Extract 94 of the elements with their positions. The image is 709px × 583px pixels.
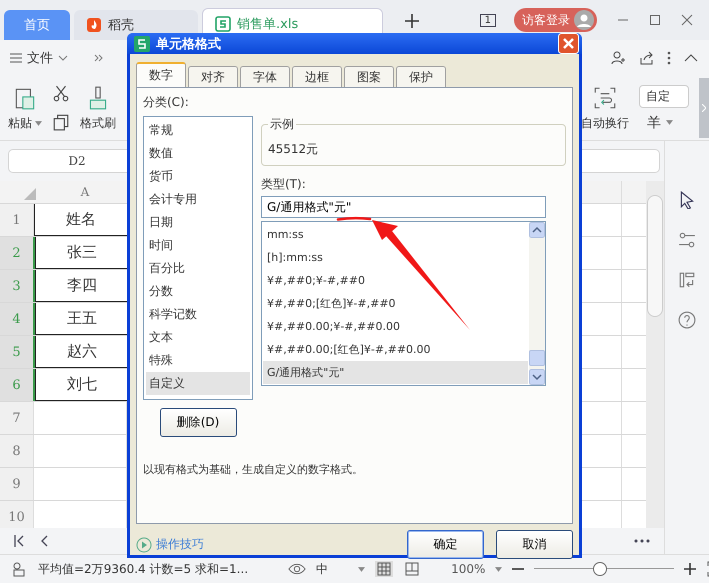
chevron-down-icon	[58, 55, 68, 61]
category-item[interactable]: 常规	[146, 119, 250, 142]
copy-icon[interactable]	[52, 113, 70, 131]
dialog-tab[interactable]: 边框	[292, 66, 342, 87]
row-header[interactable]: 8	[0, 435, 34, 467]
cancel-button[interactable]: 取消	[496, 530, 573, 559]
list-scrollbar[interactable]	[529, 222, 545, 385]
category-item[interactable]: 特殊	[146, 349, 250, 372]
format-item[interactable]: mm:ss	[263, 223, 528, 246]
dialog-tab[interactable]: 数字	[136, 62, 186, 87]
format-item[interactable]: G/通用格式"元"	[263, 361, 528, 384]
selection-stats: 平均值=2万9360.4 计数=5 求和=1...	[38, 560, 248, 578]
category-item[interactable]: 时间	[146, 234, 250, 257]
spreadsheet-icon	[215, 16, 231, 32]
table-cell: 张三	[67, 243, 97, 262]
dialog-tab[interactable]: 对齐	[188, 66, 238, 87]
cursor-icon[interactable]	[678, 191, 696, 209]
dialog-tab[interactable]: 图案	[344, 66, 394, 87]
wrap-text-button[interactable]: 自动换行	[581, 84, 629, 132]
input-method-button[interactable]: 中	[316, 560, 328, 578]
scroll-down-icon[interactable]	[529, 369, 545, 385]
table-cell: 刘七	[67, 375, 97, 394]
dropdown-icon	[35, 120, 42, 126]
close-icon[interactable]	[681, 14, 693, 26]
sample-label: 示例	[268, 116, 296, 133]
table-cell: 王五	[67, 309, 97, 328]
format-item[interactable]: [h]:mm:ss	[263, 246, 528, 269]
category-item[interactable]: 百分比	[146, 257, 250, 280]
row-header[interactable]: 1	[0, 204, 34, 236]
paste-button[interactable]: 粘贴	[8, 84, 42, 132]
more-options-icon[interactable]	[667, 51, 671, 65]
tips-link[interactable]: 操作技巧	[156, 536, 204, 553]
category-item[interactable]: 分数	[146, 280, 250, 303]
normal-view-icon[interactable]	[375, 561, 394, 577]
dropdown-icon[interactable]	[666, 120, 673, 125]
scissors-icon[interactable]	[52, 85, 70, 103]
dialog-tab[interactable]: 保护	[396, 66, 446, 87]
more-icon[interactable]	[634, 539, 650, 543]
first-sheet-icon[interactable]	[14, 535, 24, 547]
dialog-tab[interactable]: 字体	[240, 66, 290, 87]
help-icon[interactable]	[678, 311, 696, 329]
plus-icon[interactable]	[405, 14, 419, 28]
zoom-level-dropdown[interactable]: 100%	[451, 562, 486, 576]
format-item[interactable]: ¥#,##0.00;[红色]¥-#,##0.00	[263, 338, 528, 361]
share-icon[interactable]	[639, 50, 655, 66]
page-view-icon[interactable]	[403, 561, 422, 577]
category-item[interactable]: 自定义	[146, 372, 250, 395]
transpose-icon[interactable]	[678, 271, 696, 289]
dropdown-icon[interactable]	[495, 566, 502, 572]
flame-icon	[86, 17, 102, 33]
category-item[interactable]: 科学记数	[146, 303, 250, 326]
format-item[interactable]: ¥#,##0;¥-#,##0	[263, 269, 528, 292]
row-header[interactable]: 7	[0, 402, 34, 434]
zoom-in-icon[interactable]	[684, 563, 696, 575]
double-chevron-icon[interactable]	[94, 54, 104, 62]
window-count-badge[interactable]: 1	[480, 14, 496, 26]
row-header[interactable]: 9	[0, 468, 34, 500]
dropdown-icon[interactable]	[358, 566, 366, 572]
delete-button[interactable]: 删除(D)	[160, 408, 236, 437]
scroll-thumb[interactable]	[529, 350, 545, 366]
table-cell: 赵六	[67, 342, 97, 361]
ok-button[interactable]: 确定	[407, 530, 484, 559]
category-item[interactable]: 文本	[146, 326, 250, 349]
avatar-icon	[574, 10, 594, 30]
login-button[interactable]: 访客登录	[514, 8, 597, 32]
table-cell: 姓名	[66, 210, 96, 229]
sample-value: 45512元	[268, 140, 318, 158]
category-item[interactable]: 会计专用	[146, 188, 250, 211]
menu-icon	[10, 53, 22, 63]
spreadsheet-icon	[134, 36, 150, 52]
category-item[interactable]: 货币	[146, 165, 250, 188]
format-description: 以现有格式为基础，生成自定义的数字格式。	[143, 462, 364, 477]
type-label: 类型(T):	[261, 176, 307, 193]
previous-sheet-icon[interactable]	[40, 535, 50, 547]
category-item[interactable]: 数值	[146, 142, 250, 165]
file-menu[interactable]: 文件	[10, 49, 68, 67]
format-item[interactable]: ¥#,##0.00;¥-#,##0.00	[263, 315, 528, 338]
row-header[interactable]: 10	[0, 501, 34, 528]
sliders-icon[interactable]	[678, 231, 696, 249]
category-label: 分类(C):	[143, 94, 190, 111]
vertical-scrollbar[interactable]	[646, 181, 664, 528]
number-format-dropdown[interactable]: 自定	[639, 84, 689, 108]
eye-icon[interactable]	[288, 561, 306, 577]
wrap-text-icon	[592, 84, 618, 110]
add-user-icon[interactable]	[611, 50, 627, 66]
category-item[interactable]: 日期	[146, 211, 250, 234]
format-item[interactable]: ¥#,##0;[红色]¥-#,##0	[263, 292, 528, 315]
type-input-field[interactable]: G/通用格式"元"	[261, 196, 546, 218]
format-painter-button[interactable]: 格式刷	[80, 84, 116, 132]
currency-button[interactable]: 羊	[647, 114, 661, 132]
table-cell: 李四	[67, 276, 97, 295]
maximize-icon[interactable]	[649, 14, 661, 26]
scroll-up-icon[interactable]	[529, 222, 545, 238]
chevron-right-icon	[702, 104, 706, 112]
